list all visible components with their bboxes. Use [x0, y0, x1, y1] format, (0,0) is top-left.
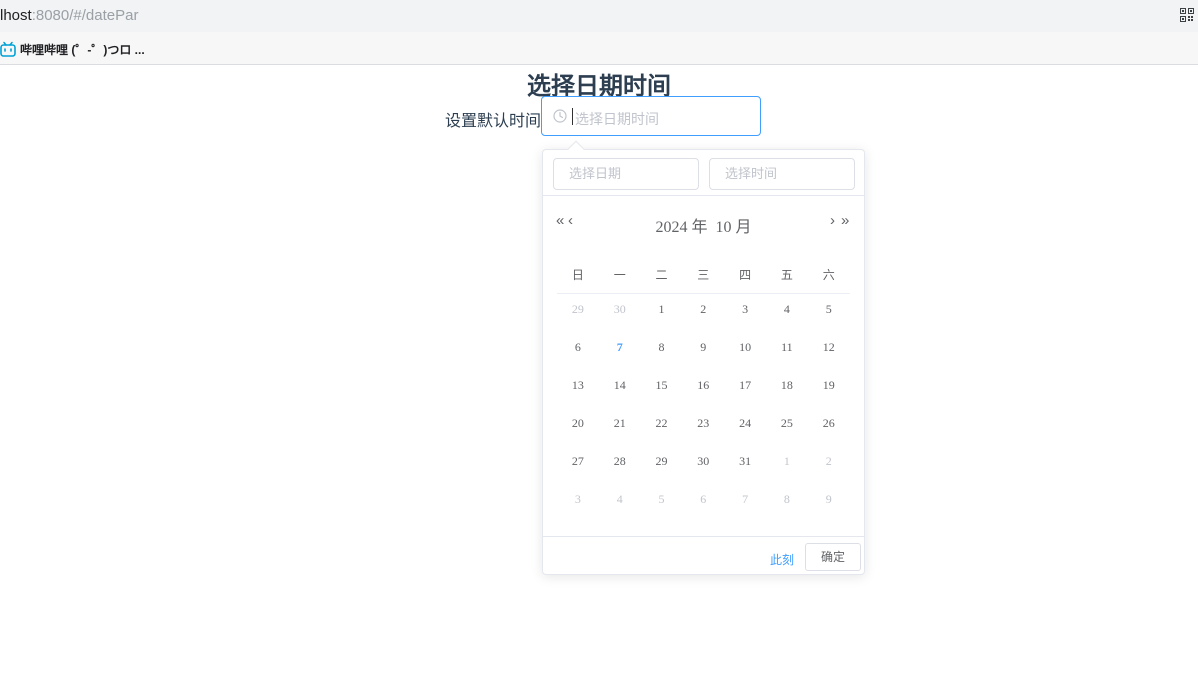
day-cell[interactable]: 29: [557, 302, 599, 317]
day-cell[interactable]: 7: [724, 492, 766, 507]
day-cell[interactable]: 23: [682, 416, 724, 431]
day-cell[interactable]: 12: [808, 340, 850, 355]
confirm-button[interactable]: 确定: [805, 543, 861, 571]
datetime-input-placeholder: 选择日期时间: [575, 111, 659, 127]
day-cell[interactable]: 16: [682, 378, 724, 393]
day-cell[interactable]: 9: [808, 492, 850, 507]
day-cell[interactable]: 8: [766, 492, 808, 507]
url-path: :8080/#/datePar: [31, 7, 139, 24]
day-cell[interactable]: 15: [641, 378, 683, 393]
url-host: lhost: [0, 7, 32, 24]
bookmark-bilibili[interactable]: 哔哩哔哩 (゜-゜)つロ ...: [0, 40, 145, 58]
day-cell[interactable]: 19: [808, 378, 850, 393]
picker-footer: 此刻 确定: [543, 536, 864, 574]
day-cell[interactable]: 2: [808, 454, 850, 469]
day-cell[interactable]: 29: [641, 454, 683, 469]
next-month-button[interactable]: ›: [830, 212, 835, 229]
day-cell[interactable]: 6: [557, 340, 599, 355]
day-cell[interactable]: 21: [599, 416, 641, 431]
qr-code-icon[interactable]: [1180, 8, 1194, 22]
weekday-label: 一: [613, 268, 626, 282]
day-cell[interactable]: 5: [808, 302, 850, 317]
weekday-header-row: 日一二三四五六: [557, 262, 850, 294]
day-cell[interactable]: 31: [724, 454, 766, 469]
day-cell[interactable]: 10: [724, 340, 766, 355]
day-cell[interactable]: 26: [808, 416, 850, 431]
calendar-header-label: 2024 年 10 月: [543, 213, 864, 237]
weekday-label: 四: [739, 268, 752, 282]
url-text[interactable]: lhost:8080/#/datePar: [0, 7, 138, 24]
day-cell[interactable]: 1: [766, 454, 808, 469]
day-cell[interactable]: 1: [641, 302, 683, 317]
day-cell[interactable]: 4: [599, 492, 641, 507]
weekday-label: 六: [822, 268, 835, 282]
calendar-days-grid: 29 30 1 2 3 4 5 6 7 8 9 10 11 12 13 14 15 16 17 18 19 20 21 22 2…: [557, 302, 850, 532]
day-cell[interactable]: 13: [557, 378, 599, 393]
datetime-input[interactable]: 选择日期时间: [541, 96, 761, 136]
year-label[interactable]: 2024 年: [655, 219, 707, 236]
day-cell[interactable]: 30: [682, 454, 724, 469]
next-year-button[interactable]: »: [841, 212, 849, 229]
bilibili-icon: [0, 41, 16, 57]
day-cell[interactable]: 17: [724, 378, 766, 393]
day-cell[interactable]: 30: [599, 302, 641, 317]
day-cell[interactable]: 9: [682, 340, 724, 355]
datetime-picker-panel: 选择日期 选择时间 « ‹ 2024 年 10 月 › » 日一二三四五六 29…: [542, 149, 865, 575]
weekday-label: 日: [571, 268, 584, 282]
text-caret: [572, 108, 573, 125]
weekday-label: 五: [780, 268, 793, 282]
form-label: 设置默认时间: [445, 113, 542, 130]
day-cell[interactable]: 25: [766, 416, 808, 431]
picker-header: 选择日期 选择时间: [543, 150, 864, 196]
time-input[interactable]: 选择时间: [709, 158, 855, 190]
now-button[interactable]: 此刻: [770, 551, 794, 568]
day-cell[interactable]: 18: [766, 378, 808, 393]
day-cell[interactable]: 3: [724, 302, 766, 317]
day-cell[interactable]: 6: [682, 492, 724, 507]
month-label[interactable]: 10 月: [716, 219, 752, 236]
day-cell[interactable]: 27: [557, 454, 599, 469]
day-cell[interactable]: 22: [641, 416, 683, 431]
bookmarks-bar: 哔哩哔哩 (゜-゜)つロ ...: [0, 32, 1198, 65]
day-cell[interactable]: 11: [766, 340, 808, 355]
day-cell[interactable]: 3: [557, 492, 599, 507]
day-cell[interactable]: 28: [599, 454, 641, 469]
clock-icon: [553, 109, 567, 123]
day-cell[interactable]: 24: [724, 416, 766, 431]
day-cell[interactable]: 14: [599, 378, 641, 393]
date-input[interactable]: 选择日期: [553, 158, 699, 190]
weekday-label: 二: [655, 268, 668, 282]
day-cell-today[interactable]: 7: [599, 340, 641, 355]
address-bar[interactable]: lhost:8080/#/datePar: [0, 0, 1198, 32]
day-cell[interactable]: 2: [682, 302, 724, 317]
day-cell[interactable]: 20: [557, 416, 599, 431]
day-cell[interactable]: 8: [641, 340, 683, 355]
day-cell[interactable]: 4: [766, 302, 808, 317]
day-cell[interactable]: 5: [641, 492, 683, 507]
bookmark-label: 哔哩哔哩 (゜-゜)つロ ...: [20, 42, 145, 57]
weekday-label: 三: [697, 268, 710, 282]
